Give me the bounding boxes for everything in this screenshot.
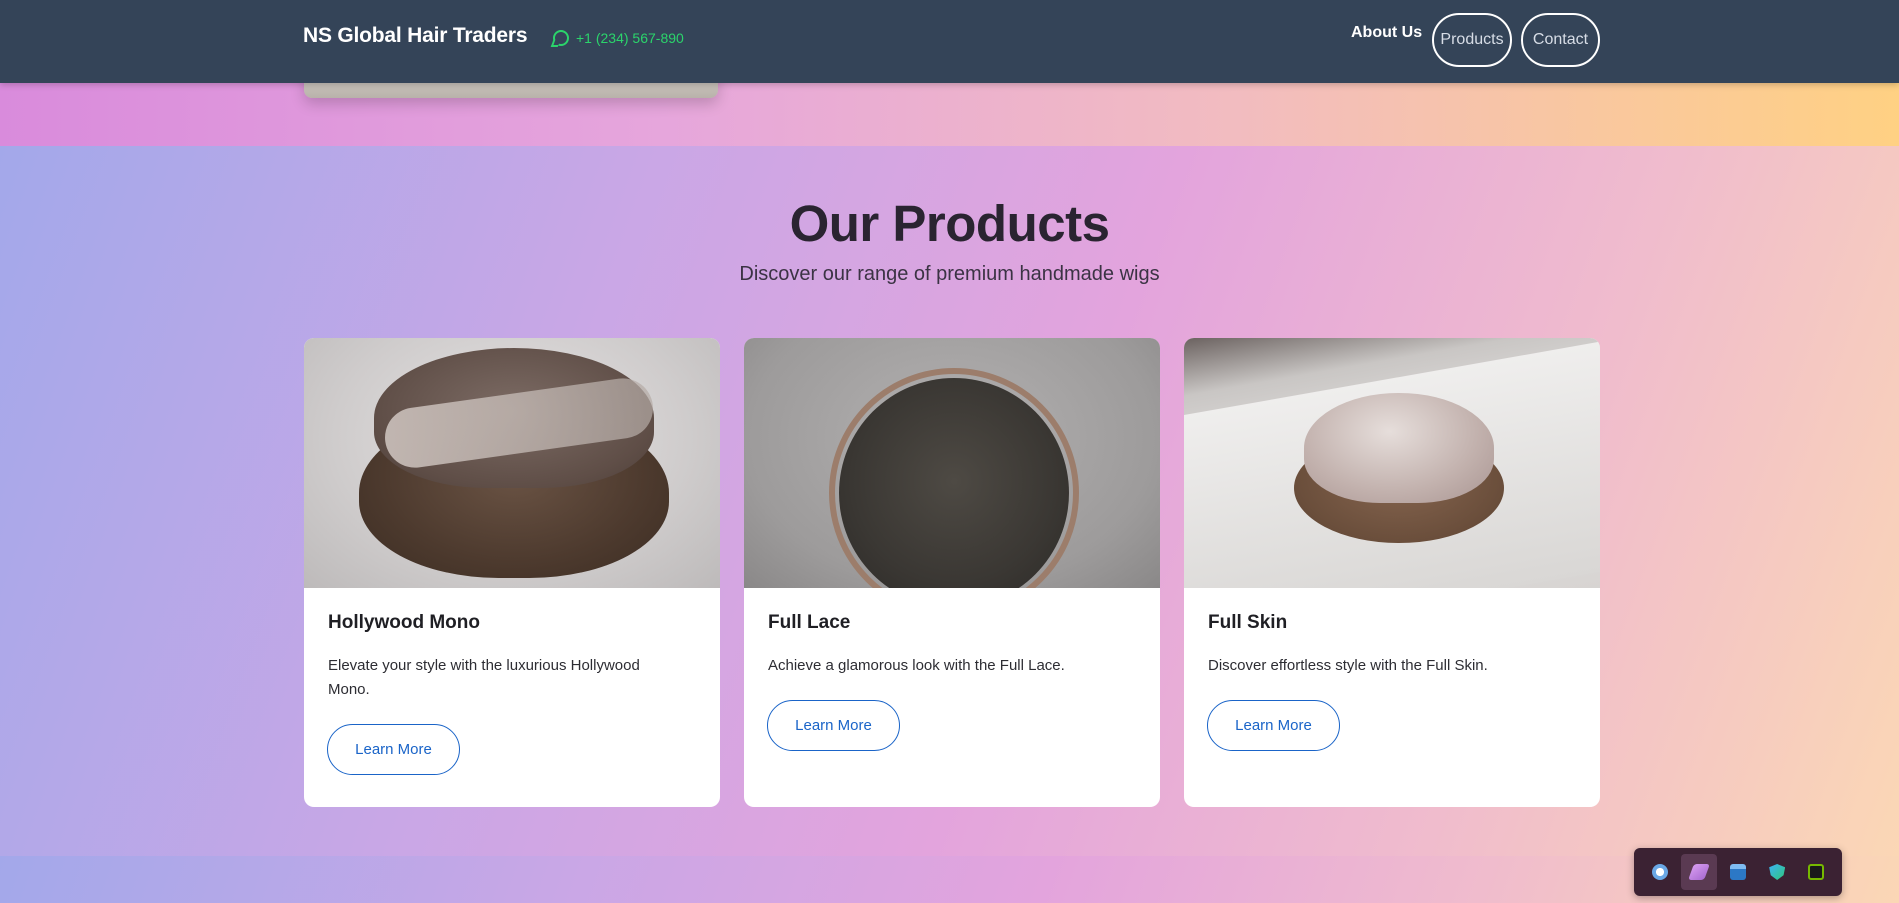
tray-steam-button[interactable] (1642, 854, 1678, 890)
steam-icon (1651, 864, 1668, 880)
feather-icon (1687, 864, 1710, 880)
product-description: Discover effortless style with the Full … (1208, 657, 1488, 674)
nav-about-us[interactable]: About Us (1351, 24, 1422, 42)
product-title: Hollywood Mono (328, 612, 480, 633)
phone-number: +1 (234) 567-890 (576, 30, 684, 46)
tray-shield-button[interactable] (1759, 854, 1795, 890)
nav-products[interactable]: Products (1432, 13, 1512, 67)
phone-link[interactable]: +1 (234) 567-890 (553, 30, 684, 46)
learn-more-button[interactable]: Learn More (767, 700, 900, 751)
brand-logo[interactable]: NS Global Hair Traders (303, 24, 528, 48)
product-title: Full Lace (768, 612, 851, 633)
product-description: Elevate your style with the luxurious Ho… (328, 657, 640, 698)
tray-window-button[interactable] (1720, 854, 1756, 890)
product-image (304, 338, 720, 588)
window-icon (1729, 864, 1746, 880)
section-title: Our Products (789, 195, 1110, 252)
learn-more-button[interactable]: Learn More (1207, 700, 1340, 751)
tray-feather-button[interactable] (1680, 854, 1717, 890)
nvidia-icon (1808, 864, 1825, 880)
whatsapp-icon (553, 30, 569, 46)
product-card-hollywood-mono: Hollywood Mono Elevate your style with t… (304, 338, 720, 807)
product-card-full-lace: Full Lace Achieve a glamorous look with … (744, 338, 1160, 807)
product-card-full-skin: Full Skin Discover effortless style with… (1184, 338, 1600, 807)
product-title: Full Skin (1208, 612, 1288, 633)
next-section (0, 856, 1899, 903)
system-tray (1634, 848, 1842, 896)
product-description: Achieve a glamorous look with the Full L… (768, 657, 1065, 674)
tray-nvidia-button[interactable] (1798, 854, 1834, 890)
products-section: Our Products Discover our range of premi… (0, 146, 1899, 856)
navbar: NS Global Hair Traders +1 (234) 567-890 … (0, 0, 1899, 83)
nav-contact[interactable]: Contact (1521, 13, 1600, 67)
shield-icon (1769, 864, 1786, 880)
product-image (1184, 338, 1600, 588)
section-subtitle: Discover our range of premium handmade w… (739, 263, 1160, 285)
product-image (744, 338, 1160, 588)
learn-more-button[interactable]: Learn More (327, 724, 460, 775)
